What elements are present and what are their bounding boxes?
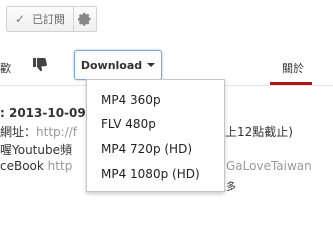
caret-down-icon — [147, 63, 156, 67]
thumbs-down-icon — [33, 58, 47, 72]
dislike-button[interactable] — [30, 55, 50, 75]
gear-icon — [78, 12, 91, 26]
subscription-settings-button[interactable] — [73, 6, 97, 32]
download-button[interactable]: Download — [74, 50, 162, 80]
facebook-link-suffix[interactable]: GaLoveTaiwan — [226, 159, 312, 173]
download-menu: MP4 360p FLV 480p MP4 720p (HD) MP4 1080… — [86, 79, 225, 192]
checkmark-icon: ✓ — [15, 12, 26, 26]
menu-item-mp4-360p[interactable]: MP4 360p — [101, 93, 161, 107]
url-suffix: 上12點截止) — [225, 125, 293, 139]
url-link[interactable]: http://f — [36, 125, 77, 139]
tab-about[interactable]: 關於 — [282, 60, 304, 76]
publish-date: : 2013-10-09 — [0, 106, 86, 120]
download-label: Download — [80, 58, 143, 72]
subscribed-button[interactable]: ✓ 已訂閱 — [6, 6, 73, 32]
subscribed-label: 已訂閱 — [32, 13, 66, 26]
description-line-facebook: ceBook http GaLoveTaiwan — [0, 159, 312, 173]
menu-item-flv-480p[interactable]: FLV 480p — [101, 117, 156, 131]
like-label-fragment[interactable]: 歡 — [0, 60, 11, 76]
description-line-url: 網址：http://f 上12點截止) — [0, 123, 293, 140]
description-line-youtube: 喔Youtube頻 — [0, 143, 72, 157]
menu-item-mp4-1080p[interactable]: MP4 1080p (HD) — [101, 167, 200, 181]
facebook-link[interactable]: http — [48, 159, 73, 173]
menu-item-mp4-720p[interactable]: MP4 720p (HD) — [101, 142, 192, 156]
url-prefix: 網址： — [0, 125, 37, 139]
facebook-prefix: ceBook — [0, 159, 48, 173]
